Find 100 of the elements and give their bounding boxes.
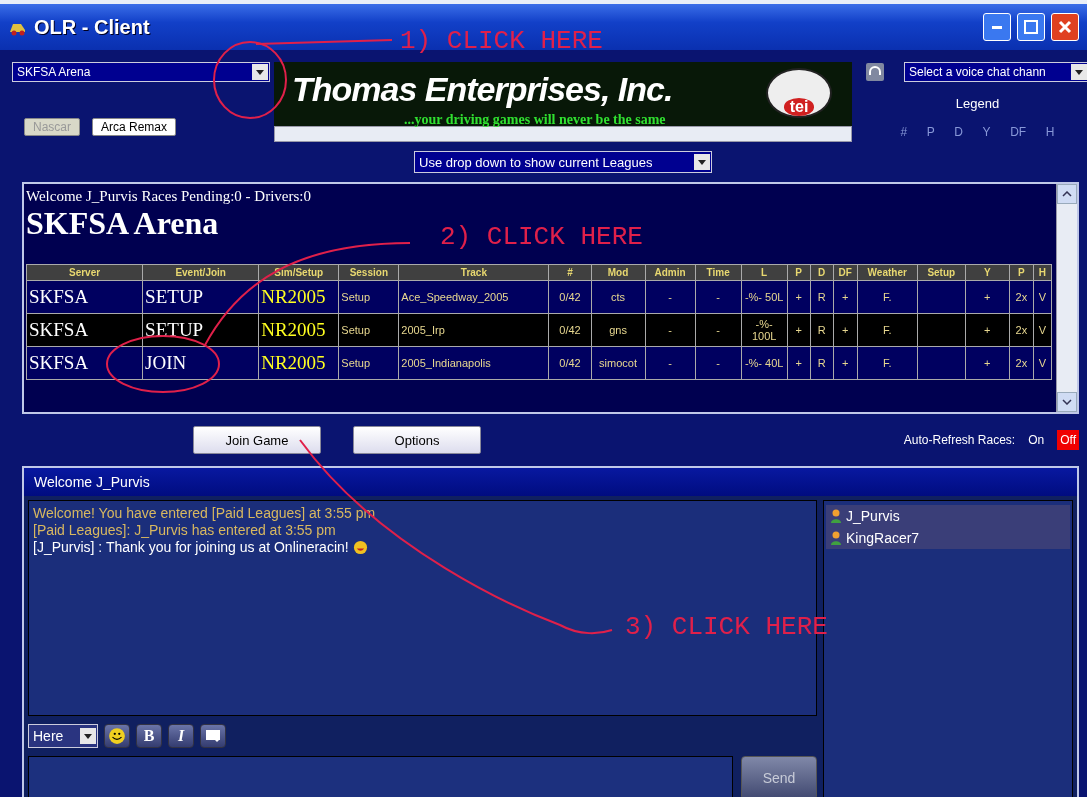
table-cell: SKFSA	[26, 313, 143, 347]
window-title: OLR - Client	[34, 15, 151, 39]
user-icon	[830, 509, 842, 523]
refresh-toggle[interactable]: Off	[1057, 430, 1079, 450]
legend-key: P	[926, 125, 935, 139]
column-header: P	[787, 264, 811, 281]
annotation-text: 1) CLICK HERE	[400, 26, 603, 56]
action-button[interactable]: Options	[353, 426, 481, 454]
table-cell: NR2005	[258, 346, 339, 380]
scroll-up-icon[interactable]	[1062, 191, 1072, 197]
user-icon	[830, 531, 842, 545]
chat-message: [Paid Leagues]: J_Purvis has entered at 3:55 pm	[33, 522, 336, 538]
legend-key: Y	[982, 125, 991, 139]
table-cell: F.	[857, 280, 918, 314]
table-cell: 0/42	[549, 346, 591, 380]
table-cell: +	[965, 313, 1010, 347]
table-cell: -	[645, 313, 696, 347]
table-cell: 0/42	[549, 280, 591, 314]
horizontal-scrollbar[interactable]	[274, 126, 852, 142]
table-cell	[917, 346, 966, 380]
column-header: #	[549, 264, 591, 281]
table-cell: SKFSA	[26, 346, 143, 380]
table-cell: cts	[591, 280, 646, 314]
format-button[interactable]: B	[136, 724, 162, 748]
table-cell: NR2005	[258, 313, 339, 347]
table-cell: V	[1033, 280, 1052, 314]
column-header: Event/Join	[142, 264, 259, 281]
legend-key: D	[954, 125, 964, 139]
chat-message: [J_Purvis] : Thank you for joining us at Onlineracin!	[33, 539, 349, 555]
column-header: DF	[833, 264, 858, 281]
table-cell: -	[695, 313, 742, 347]
auto-refresh-label: Auto-Refresh Races:	[903, 433, 1016, 447]
message-input[interactable]	[28, 756, 733, 797]
table-cell: Setup	[338, 346, 399, 380]
column-header: P	[1009, 264, 1034, 281]
table-cell: 2x	[1009, 346, 1034, 380]
column-header: Y	[965, 264, 1010, 281]
column-header: D	[810, 264, 834, 281]
helmet-logo: tei	[766, 68, 832, 118]
target-select[interactable]: Here	[28, 724, 98, 748]
table-cell	[917, 313, 966, 347]
smiley-icon	[352, 539, 368, 555]
minimize-button[interactable]	[983, 13, 1011, 41]
table-cell: R	[810, 313, 834, 347]
table-cell: SKFSA	[26, 280, 143, 314]
maximize-button[interactable]	[1017, 13, 1045, 41]
table-cell: Setup	[338, 313, 399, 347]
close-icon	[1058, 20, 1072, 34]
user-item[interactable]: J_Purvis	[826, 505, 1070, 527]
table-cell: R	[810, 346, 834, 380]
action-button[interactable]: Join Game	[193, 426, 321, 454]
voice-chat-select[interactable]: Select a voice chat chann	[904, 62, 1087, 82]
table-cell: 2x	[1009, 313, 1034, 347]
legend-title: Legend	[955, 96, 1000, 111]
table-cell: +	[787, 313, 811, 347]
color-swatch-icon	[206, 730, 220, 742]
table-cell: -	[645, 280, 696, 314]
minimize-icon	[992, 25, 1002, 29]
league-select[interactable]: SKFSA Arena	[12, 62, 270, 82]
leagues-select[interactable]: Use drop down to show current Leagues	[414, 151, 712, 173]
table-cell: -%- 40L	[741, 346, 788, 380]
table-cell: +	[787, 280, 811, 314]
table-cell[interactable]: JOIN	[142, 346, 259, 380]
table-cell: -	[645, 346, 696, 380]
table-cell: +	[833, 280, 858, 314]
table-cell: V	[1033, 346, 1052, 380]
refresh-toggle[interactable]: On	[1025, 430, 1048, 450]
column-header: Setup	[917, 264, 966, 281]
column-header: Time	[695, 264, 742, 281]
maximize-icon	[1024, 20, 1038, 34]
race-row[interactable]: SKFSA JOIN NR2005 Setup 2005_Indianapolis 0/42 simocot - - -%- 40L + R + F. + 2x V	[26, 346, 1052, 380]
table-cell: Ace_Speedway_2005	[398, 280, 549, 314]
emoji-button[interactable]	[104, 724, 130, 748]
column-header: Mod	[591, 264, 646, 281]
welcome-text: Welcome J_Purvis Races Pending:0 - Drivers:0	[26, 188, 312, 205]
race-row[interactable]: SKFSA SETUP NR2005 Setup Ace_Speedway_2005 0/42 cts - - -%- 50L + R + F. + 2x V	[26, 280, 1052, 314]
table-cell: -	[695, 280, 742, 314]
table-cell: Setup	[338, 280, 399, 314]
table-cell: 2005_Irp	[398, 313, 549, 347]
legend-key: #	[900, 125, 908, 139]
user-item[interactable]: KingRacer7	[826, 527, 1070, 549]
column-header: Session	[338, 264, 399, 281]
column-header: Sim/Setup	[258, 264, 339, 281]
close-button[interactable]	[1051, 13, 1079, 41]
table-cell[interactable]: SETUP	[142, 313, 259, 347]
scroll-down-icon[interactable]	[1062, 399, 1072, 405]
table-cell: +	[833, 313, 858, 347]
arena-heading: SKFSA Arena	[26, 205, 219, 242]
vertical-scrollbar[interactable]	[1056, 184, 1077, 412]
table-cell: R	[810, 280, 834, 314]
table-cell: NR2005	[258, 280, 339, 314]
headset-icon[interactable]	[866, 63, 884, 81]
column-header: L	[741, 264, 788, 281]
table-cell: F.	[857, 346, 918, 380]
table-cell: +	[833, 346, 858, 380]
column-header: Server	[26, 264, 143, 281]
color-button[interactable]	[200, 724, 226, 748]
format-button[interactable]: I	[168, 724, 194, 748]
race-row[interactable]: SKFSA SETUP NR2005 Setup 2005_Irp 0/42 gns - - -%- 100L + R + F. + 2x V	[26, 313, 1052, 347]
series-button[interactable]: Arca Remax	[92, 118, 177, 136]
